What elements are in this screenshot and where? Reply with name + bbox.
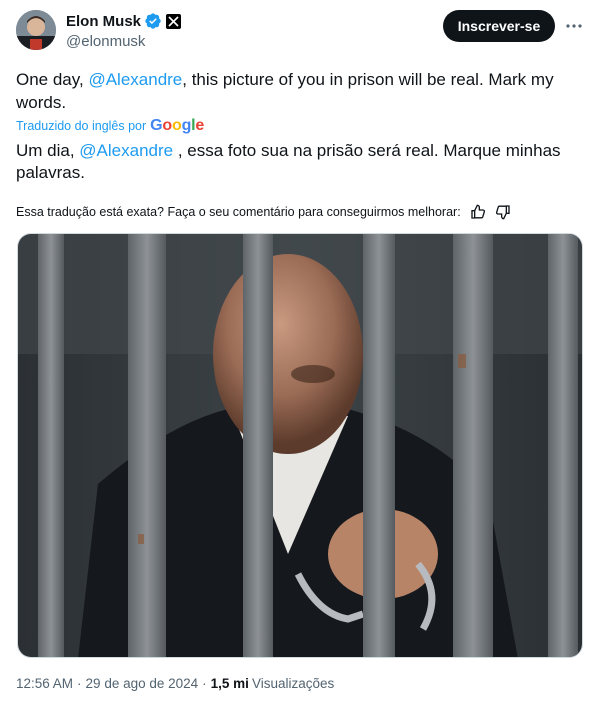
translated-text: Um dia, @Alexandre , essa foto sua na pr… (16, 140, 576, 184)
more-horizontal-icon[interactable] (564, 16, 584, 36)
translation-part: Um dia, (16, 141, 80, 160)
views-label: Visualizações (251, 676, 335, 691)
tweet-text-part: One day, (16, 70, 89, 89)
subscribe-button[interactable]: Inscrever-se (443, 10, 555, 42)
views-count: 1,5 mi (210, 676, 249, 691)
handle[interactable]: @elonmusk (66, 33, 181, 50)
translated-by-label: Traduzido do inglês por (16, 119, 147, 133)
tweet-text: One day, @Alexandre, this picture of you… (16, 68, 576, 114)
thumbs-down-icon[interactable] (495, 204, 511, 220)
mention-link[interactable]: @Alexandre (79, 141, 173, 160)
mention-link[interactable]: @Alexandre (88, 70, 182, 89)
feedback-prompt: Essa tradução está exata? Faça o seu com… (16, 205, 461, 219)
tweet-time[interactable]: 12:56 AM (16, 676, 73, 691)
verified-badge-icon[interactable] (144, 12, 162, 30)
translation-feedback: Essa tradução está exata? Faça o seu com… (16, 204, 576, 220)
avatar[interactable] (16, 10, 56, 50)
thumbs-up-icon[interactable] (470, 204, 486, 220)
author-block: Elon Musk @elonmusk (66, 11, 182, 50)
translated-by-link[interactable]: Traduzido do inglês por Google (16, 117, 204, 135)
x-affiliate-icon[interactable] (166, 13, 182, 29)
tweet-meta: 12:56 AM · 29 de ago de 2024 · 1,5 mi Vi… (16, 676, 334, 691)
tweet-date[interactable]: 29 de ago de 2024 (86, 676, 199, 691)
tweet-media-image[interactable] (17, 233, 583, 658)
google-logo: Google (150, 117, 205, 134)
separator: · (77, 676, 82, 691)
display-name[interactable]: Elon Musk (66, 13, 141, 30)
tweet-header: Elon Musk @elonmusk Inscrever-se (16, 8, 584, 56)
separator: · (202, 676, 207, 691)
